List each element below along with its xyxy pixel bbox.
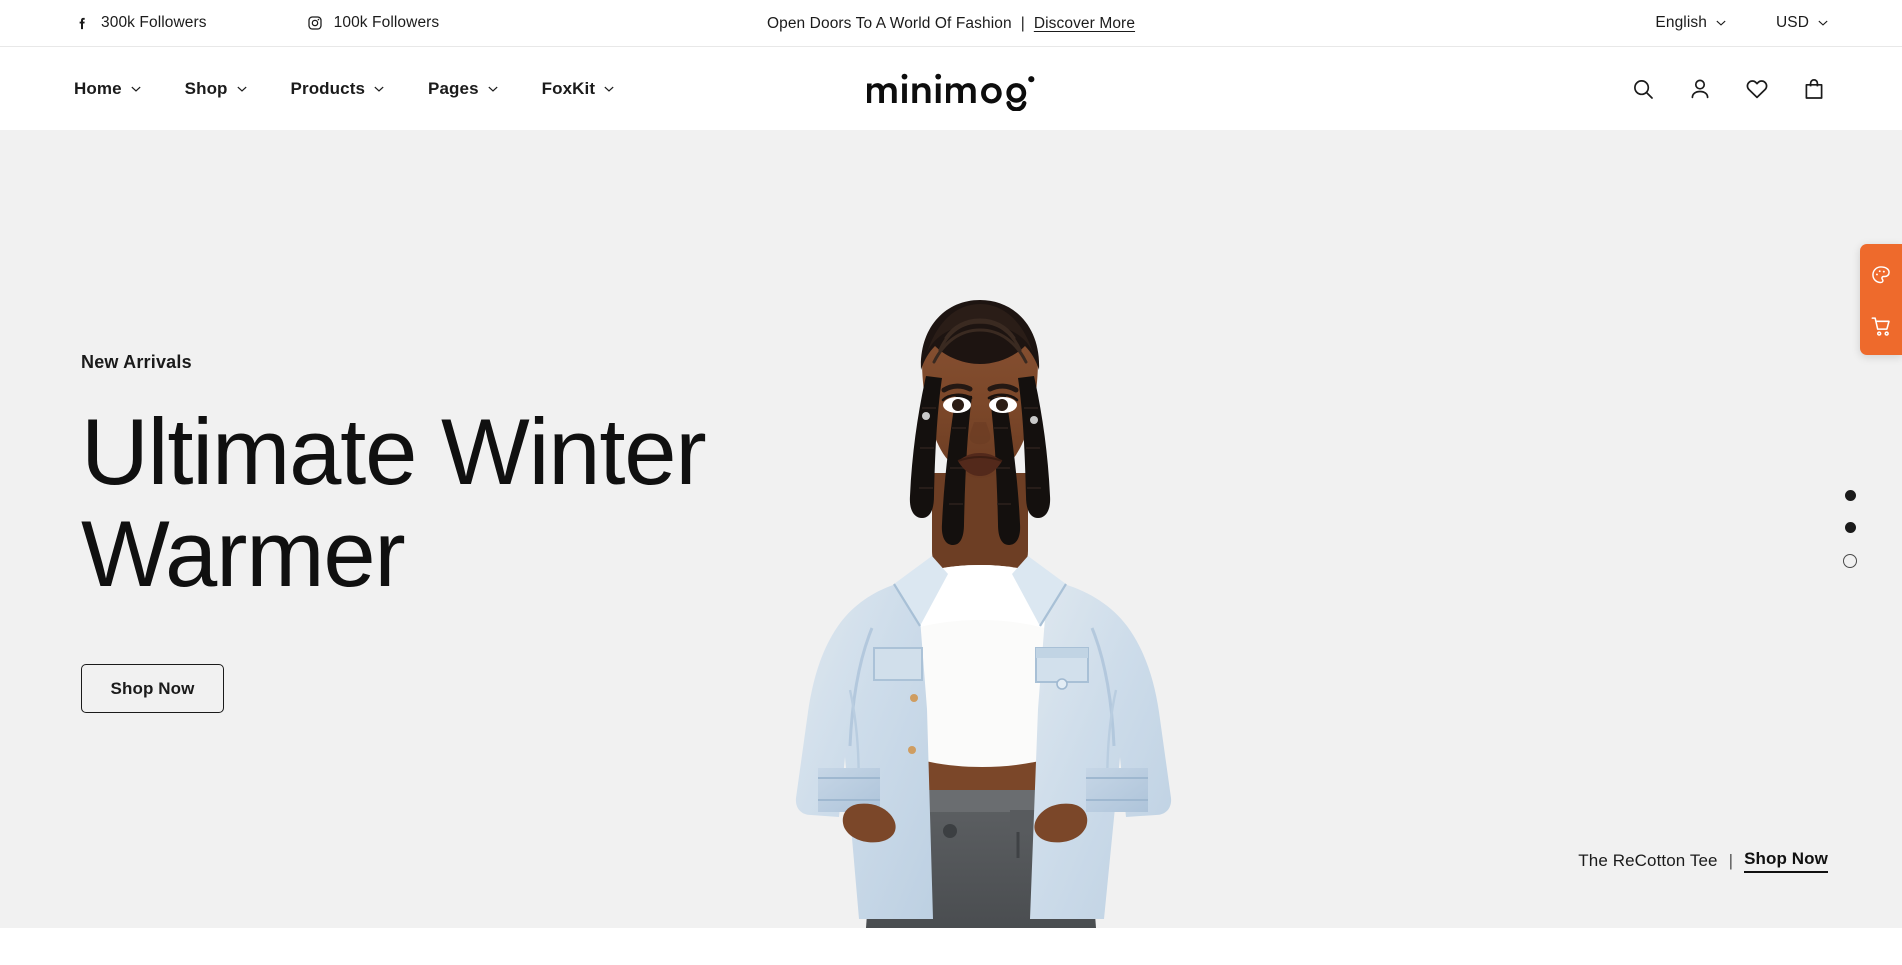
nav-item-products[interactable]: Products bbox=[291, 79, 384, 99]
cart-button[interactable] bbox=[1800, 75, 1828, 103]
header-actions bbox=[1629, 75, 1828, 103]
search-icon bbox=[1634, 79, 1653, 99]
palette-icon bbox=[1872, 266, 1890, 284]
language-selector-value: English bbox=[1655, 14, 1707, 31]
hero-product-separator: | bbox=[1728, 851, 1734, 870]
user-icon bbox=[1691, 79, 1709, 98]
shopping-bag-icon bbox=[1805, 78, 1823, 99]
announcement-bar: 300k Followers 100k Followers Open Doors… bbox=[0, 0, 1902, 47]
search-button[interactable] bbox=[1629, 75, 1657, 103]
nav-item-pages-label: Pages bbox=[428, 78, 479, 98]
chevron-down-icon bbox=[374, 86, 384, 92]
hero-product-name: The ReCotton Tee bbox=[1578, 851, 1718, 870]
theme-settings-button[interactable] bbox=[1868, 262, 1894, 288]
discover-more-link[interactable]: Discover More bbox=[1034, 15, 1135, 33]
site-logo[interactable] bbox=[865, 67, 1037, 112]
currency-selector-value: USD bbox=[1775, 14, 1809, 31]
heart-icon bbox=[1746, 79, 1768, 98]
hero-slider-dots bbox=[1843, 490, 1857, 568]
hero-product-caption: The ReCotton Tee | Shop Now bbox=[1578, 849, 1828, 873]
nav-item-foxkit[interactable]: FoxKit bbox=[542, 79, 614, 99]
chevron-down-icon bbox=[1716, 20, 1726, 26]
nav-item-pages[interactable]: Pages bbox=[428, 79, 498, 99]
announcement-text: Open Doors To A World Of Fashion bbox=[766, 14, 1012, 32]
hero-eyebrow: New Arrivals bbox=[81, 352, 192, 372]
facebook-followers-link[interactable]: 300k Followers bbox=[74, 14, 207, 32]
chevron-down-icon bbox=[604, 86, 614, 92]
slider-dot-1[interactable] bbox=[1844, 490, 1856, 501]
nav-item-home-label: Home bbox=[74, 78, 122, 98]
hero-section: New Arrivals Ultimate Winter Warmer Shop… bbox=[0, 130, 1902, 928]
chevron-down-icon bbox=[1818, 20, 1828, 26]
slider-dot-2[interactable] bbox=[1844, 522, 1856, 533]
facebook-icon bbox=[74, 15, 90, 31]
instagram-followers-link[interactable]: 100k Followers bbox=[307, 14, 440, 32]
nav-item-shop[interactable]: Shop bbox=[185, 79, 247, 99]
model-illustration bbox=[795, 300, 1172, 928]
main-navigation: Home Shop Products Pages FoxKit bbox=[74, 79, 614, 99]
chevron-down-icon bbox=[488, 86, 498, 92]
hero-copy: New Arrivals Ultimate Winter Warmer Shop… bbox=[81, 352, 707, 714]
hero-shop-now-button[interactable]: Shop Now bbox=[81, 664, 224, 714]
instagram-followers-label: 100k Followers bbox=[333, 14, 440, 31]
floating-cart-button[interactable] bbox=[1868, 313, 1894, 339]
nav-item-products-label: Products bbox=[290, 78, 366, 98]
nav-item-shop-label: Shop bbox=[184, 78, 228, 98]
locale-selectors: English USD bbox=[1655, 14, 1828, 32]
hero-product-shop-now-link[interactable]: Shop Now bbox=[1744, 849, 1828, 873]
instagram-icon bbox=[307, 15, 323, 31]
wishlist-button[interactable] bbox=[1743, 75, 1771, 103]
chevron-down-icon bbox=[131, 86, 141, 92]
hero-model-image bbox=[700, 298, 1260, 928]
slider-dot-3[interactable] bbox=[1843, 554, 1857, 568]
social-links: 300k Followers 100k Followers bbox=[74, 14, 439, 32]
chevron-down-icon bbox=[236, 86, 247, 92]
main-header: Home Shop Products Pages FoxKit bbox=[0, 47, 1902, 130]
currency-selector[interactable]: USD bbox=[1776, 14, 1828, 32]
facebook-followers-label: 300k Followers bbox=[101, 14, 207, 31]
page-root: 300k Followers 100k Followers Open Doors… bbox=[0, 0, 1902, 965]
announcement-separator: | bbox=[1020, 14, 1025, 32]
language-selector[interactable]: English bbox=[1655, 14, 1726, 32]
hero-title: Ultimate Winter Warmer bbox=[81, 399, 707, 606]
cart-icon bbox=[1871, 316, 1890, 336]
account-button[interactable] bbox=[1686, 75, 1714, 103]
minimog-wordmark bbox=[867, 73, 1035, 112]
floating-toolbar bbox=[1860, 244, 1902, 355]
nav-item-home[interactable]: Home bbox=[74, 79, 141, 99]
nav-item-foxkit-label: FoxKit bbox=[541, 78, 596, 98]
